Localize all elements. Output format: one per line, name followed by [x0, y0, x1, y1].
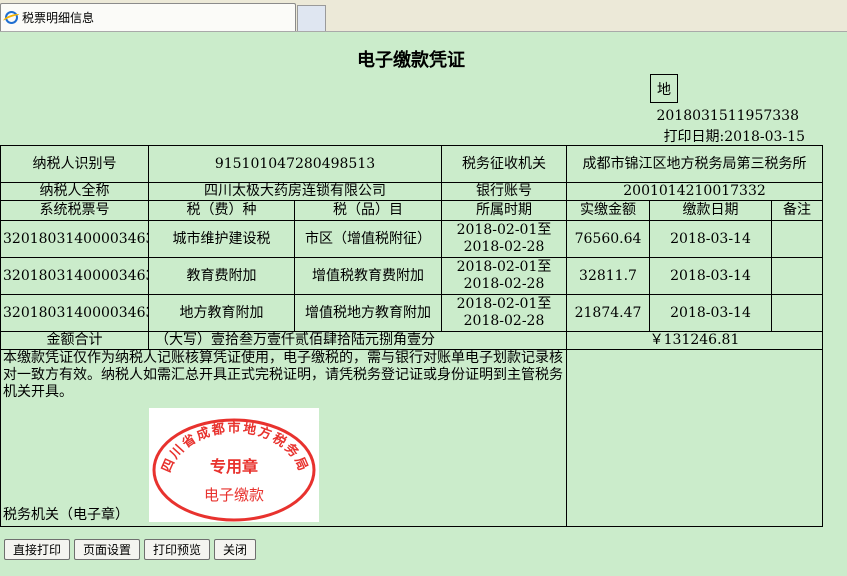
voucher-number: 2018031511957338 — [656, 108, 799, 124]
seal-center-text: 专用章 — [210, 457, 258, 476]
header-ticket: 系统税票号 — [0, 200, 149, 221]
taxpayer-name: 四川太极大药房连锁有限公司 — [148, 182, 442, 201]
page-title: 电子缴款凭证 — [357, 50, 465, 71]
row-period: 2018-02-01至 2018-02-28 — [441, 294, 567, 332]
row-tax-item: 市区（增值税附征） — [294, 220, 442, 258]
row-tax-type: 教育费附加 — [148, 257, 295, 295]
row-period: 2018-02-01至 2018-02-28 — [441, 220, 567, 258]
print-preview-button[interactable]: 打印预览 — [144, 539, 211, 560]
taxpayer-name-label: 纳税人全称 — [0, 182, 149, 201]
row-date: 2018-03-14 — [649, 294, 772, 332]
row-tax-type: 地方教育附加 — [148, 294, 295, 332]
total-in-words: （大写）壹拾叁万壹仟贰佰肆拾陆元捌角壹分 — [148, 331, 567, 350]
header-amount: 实缴金额 — [566, 200, 650, 221]
taxpayer-id-label: 纳税人识别号 — [0, 145, 149, 183]
row-note — [770, 294, 824, 332]
taxpayer-id: 915101047280498513 — [148, 145, 442, 183]
authority-label: 税务征收机关 — [441, 145, 567, 183]
close-button[interactable]: 关闭 — [214, 539, 257, 560]
row-tax-type: 城市维护建设税 — [148, 220, 295, 258]
row-amount: 21874.47 — [566, 294, 650, 332]
tab-tax-detail[interactable]: 税票明细信息 — [0, 3, 296, 31]
row-tax-item: 增值税教育费附加 — [294, 257, 442, 295]
blank-cell — [565, 349, 824, 527]
bank-label: 银行账号 — [441, 182, 567, 201]
table-row: 320180314000034631 教育费附加 增值税教育费附加 2018-0… — [0, 257, 824, 295]
row-tax-item: 增值税地方教育附加 — [294, 294, 442, 332]
notice-text: 本缴款凭证仅作为纳税人记账核算凭证使用，电子缴税的，需与银行对账单电子划款记录核… — [3, 350, 563, 401]
row-note — [770, 220, 824, 258]
ie-browser-icon — [5, 11, 18, 24]
action-bar: 直接打印 页面设置 打印预览 关闭 — [4, 539, 257, 560]
row-date: 2018-03-14 — [649, 220, 772, 258]
row-date: 2018-03-14 — [649, 257, 772, 295]
header-note: 备注 — [770, 200, 824, 221]
tab-bar: 税票明细信息 — [0, 0, 847, 32]
total-amount: ￥131246.81 — [565, 331, 824, 350]
voucher-table: 纳税人识别号 915101047280498513 税务征收机关 成都市锦江区地… — [0, 145, 824, 527]
notice-cell: 本缴款凭证仅作为纳税人记账核算凭证使用，电子缴税的，需与银行对账单电子划款记录核… — [0, 349, 567, 527]
tax-organ-label: 税务机关（电子章） — [3, 507, 129, 523]
table-row: 320180314000034631 地方教育附加 增值税地方教育附加 2018… — [0, 294, 824, 332]
authority-value: 成都市锦江区地方税务局第三税务所 — [565, 145, 824, 183]
bank-account: 2001014210017332 — [565, 182, 824, 201]
direct-print-button[interactable]: 直接打印 — [4, 539, 71, 560]
row-amount: 32811.7 — [566, 257, 650, 295]
tab-title: 税票明细信息 — [22, 11, 95, 25]
header-tax-type: 税（费）种 — [148, 200, 295, 221]
total-label: 金额合计 — [0, 331, 149, 350]
table-row: 320180314000034631 城市维护建设税 市区（增值税附征） 201… — [0, 220, 824, 258]
row-ticket: 320180314000034631 — [0, 294, 149, 332]
row-ticket: 320180314000034631 — [0, 257, 149, 295]
row-period: 2018-02-01至 2018-02-28 — [441, 257, 567, 295]
official-seal: 四川省成都市地方税务局 专用章 电子缴款 — [149, 408, 319, 522]
row-note — [770, 257, 824, 295]
row-ticket: 320180314000034631 — [0, 220, 149, 258]
header-date: 缴款日期 — [649, 200, 772, 221]
header-tax-item: 税（品）目 — [294, 200, 442, 221]
new-tab-button[interactable] — [297, 5, 326, 31]
di-badge: 地 — [650, 74, 678, 103]
print-date: 打印日期:2018-03-15 — [663, 129, 805, 145]
page-setup-button[interactable]: 页面设置 — [74, 539, 141, 560]
header-period: 所属时期 — [441, 200, 567, 221]
row-amount: 76560.64 — [566, 220, 650, 258]
seal-bottom-text: 电子缴款 — [204, 486, 264, 504]
